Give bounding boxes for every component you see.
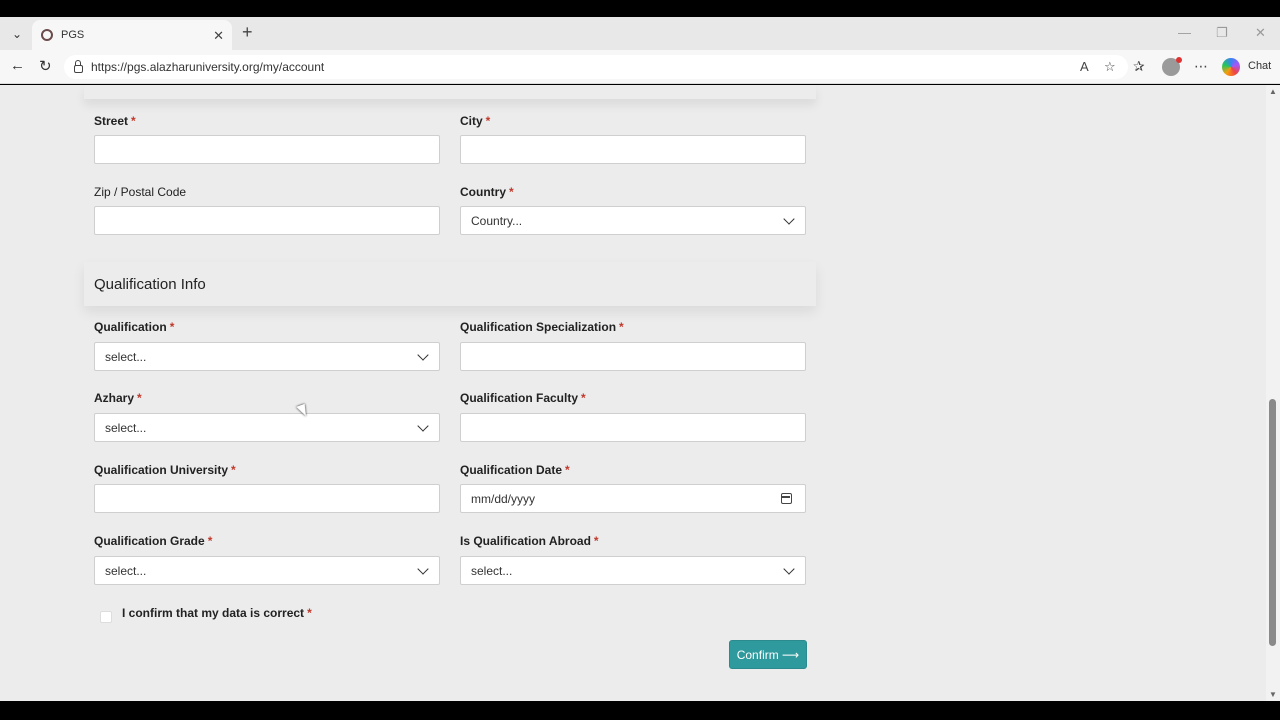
screen: ⌄ PGS ✕ + — ❐ ✕ ← ↻ https://pgs.alazharu… [0, 0, 1280, 720]
university-label: Qualification University * [94, 463, 236, 477]
tab-title: PGS [61, 29, 85, 41]
grade-select-value: select... [105, 563, 147, 578]
minimize-icon[interactable]: — [1178, 25, 1191, 40]
restore-icon[interactable]: ❐ [1216, 25, 1228, 41]
section-title: Qualification Info [94, 275, 206, 293]
confirm-data-checkbox[interactable] [100, 611, 112, 623]
azhary-select-value: select... [105, 420, 147, 435]
qualification-label: Qualification * [94, 320, 175, 334]
copilot-icon[interactable] [1222, 58, 1240, 76]
abroad-select-value: select... [471, 563, 513, 578]
refresh-icon[interactable]: ↻ [39, 57, 52, 75]
abroad-label: Is Qualification Abroad * [460, 534, 599, 548]
scroll-down-arrow-icon[interactable]: ▼ [1269, 690, 1277, 699]
university-input[interactable] [94, 484, 440, 513]
azhary-select[interactable]: select... [94, 413, 440, 442]
notification-dot-icon [1176, 57, 1182, 63]
confirm-button[interactable]: Confirm ⟶ [729, 640, 807, 669]
url-text: https://pgs.alazharuniversity.org/my/acc… [91, 60, 325, 74]
grade-label: Qualification Grade * [94, 534, 213, 548]
back-arrow-icon[interactable]: ← [10, 57, 25, 74]
calendar-icon[interactable] [781, 493, 792, 504]
country-label: Country * [460, 185, 514, 199]
zip-input[interactable] [94, 206, 440, 235]
more-options-icon[interactable]: ⋯ [1194, 58, 1208, 75]
faculty-label: Qualification Faculty * [460, 391, 586, 405]
country-select[interactable]: Country... [460, 206, 806, 235]
tab-strip: ⌄ PGS ✕ + — ❐ ✕ [0, 17, 1280, 50]
scroll-up-arrow-icon[interactable]: ▲ [1269, 87, 1277, 96]
favorites-list-icon[interactable]: ✰ [1133, 58, 1145, 75]
specialization-input[interactable] [460, 342, 806, 371]
chevron-down-icon [783, 213, 795, 225]
read-aloud-icon[interactable]: A [1080, 59, 1089, 74]
qualification-date-input[interactable]: mm/dd/yyyy [460, 484, 806, 513]
city-label: City * [460, 114, 491, 128]
chevron-down-icon [417, 420, 429, 432]
previous-section-card [84, 85, 816, 99]
browser-tab[interactable]: PGS ✕ [32, 20, 232, 50]
azhary-label: Azhary * [94, 391, 142, 405]
street-label: Street * [94, 114, 136, 128]
window-close-icon[interactable]: ✕ [1255, 25, 1266, 41]
address-bar[interactable]: https://pgs.alazharuniversity.org/my/acc… [64, 55, 1128, 79]
chevron-down-icon [417, 349, 429, 361]
city-input[interactable] [460, 135, 806, 164]
site-favicon-icon [41, 29, 53, 41]
specialization-label: Qualification Specialization * [460, 320, 624, 334]
navigation-bar: ← ↻ https://pgs.alazharuniversity.org/my… [0, 50, 1280, 84]
page-scrollbar[interactable]: ▲ ▼ [1266, 85, 1280, 701]
tab-list-chevron-icon[interactable]: ⌄ [6, 23, 28, 45]
lock-icon [74, 59, 83, 73]
abroad-select[interactable]: select... [460, 556, 806, 585]
faculty-input[interactable] [460, 413, 806, 442]
qualification-select-value: select... [105, 349, 147, 364]
chat-label[interactable]: Chat [1248, 60, 1271, 72]
scrollbar-thumb[interactable] [1269, 399, 1276, 646]
street-input[interactable] [94, 135, 440, 164]
zip-label: Zip / Postal Code [94, 185, 187, 199]
page-viewport: Street * City * Zip / Postal Code Country *… [0, 85, 1266, 701]
qualification-section-header: Qualification Info [84, 262, 816, 306]
new-tab-plus-icon[interactable]: + [242, 22, 253, 43]
grade-select[interactable]: select... [94, 556, 440, 585]
qualification-select[interactable]: select... [94, 342, 440, 371]
confirm-data-label[interactable]: I confirm that my data is correct * [122, 606, 312, 620]
chevron-down-icon [417, 563, 429, 575]
favorite-star-icon[interactable]: ☆ [1104, 59, 1116, 75]
date-placeholder: mm/dd/yyyy [471, 491, 536, 506]
chevron-down-icon [783, 563, 795, 575]
date-label: Qualification Date * [460, 463, 570, 477]
country-select-value: Country... [471, 213, 523, 228]
tab-close-icon[interactable]: ✕ [213, 28, 224, 44]
